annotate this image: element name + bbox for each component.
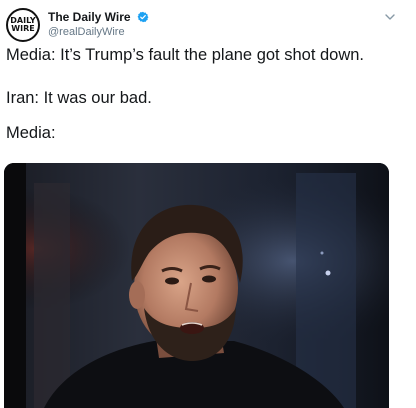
avatar[interactable]: DAILY WIRE	[6, 8, 40, 42]
author-name[interactable]: The Daily Wire	[48, 10, 131, 24]
tweet-text-line-3: Media:	[6, 124, 56, 142]
author-name-row[interactable]: The Daily Wire	[48, 10, 149, 24]
tweet-text-line-2: Iran: It was our bad.	[6, 89, 152, 107]
embedded-photo	[4, 163, 389, 408]
tweet-header: DAILY WIRE The Daily Wire @realDailyWire	[6, 8, 410, 42]
chevron-down-icon[interactable]	[384, 11, 396, 23]
verified-badge-icon	[137, 11, 149, 23]
avatar-text-bottom: WIRE	[11, 24, 35, 33]
author-handle[interactable]: @realDailyWire	[48, 26, 125, 38]
tweet-text-line-1: Media: It’s Trump’s fault the plane got …	[6, 46, 365, 64]
tweet-media[interactable]	[4, 163, 389, 408]
